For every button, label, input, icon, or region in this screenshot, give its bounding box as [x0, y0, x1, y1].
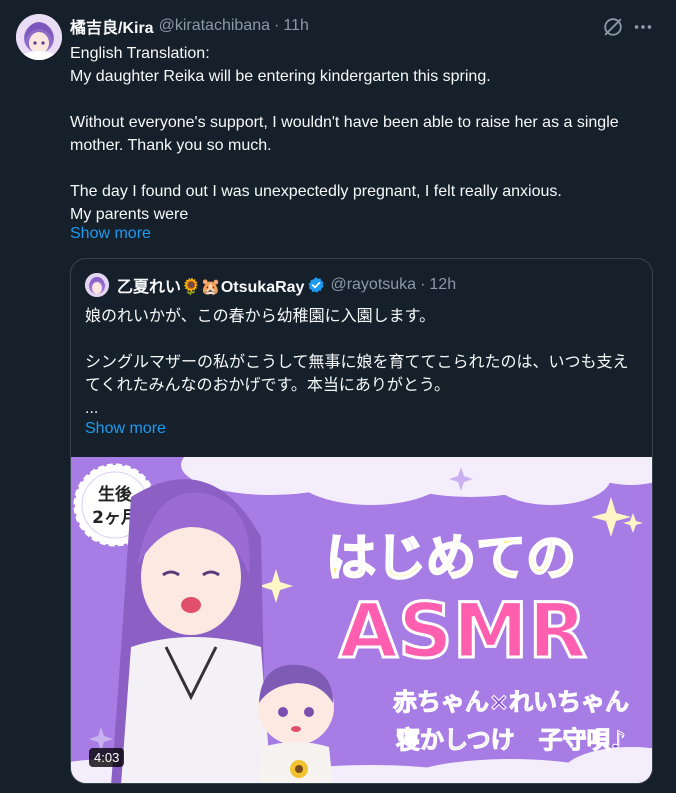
quote-timestamp[interactable]: 12h	[429, 276, 456, 294]
tweet-timestamp[interactable]: 11h	[283, 17, 309, 35]
quote-avatar-anime-girl-icon	[85, 273, 109, 297]
quote-header: 乙夏れい🌻🐹OtsukaRay @rayotsuka · 12h	[85, 273, 456, 297]
show-more-link[interactable]: Show more	[70, 222, 151, 245]
quote-show-more-link[interactable]: Show more	[85, 417, 166, 440]
author-avatar[interactable]	[16, 14, 62, 60]
thumbnail-title-line2: ASMR	[339, 586, 587, 675]
thumbnail-subtitle-line1: 赤ちゃん×れいちゃん	[393, 688, 629, 716]
author-display-name[interactable]: 橘吉良/Kira	[70, 14, 154, 38]
baby-character-illustration	[258, 664, 334, 783]
quote-separator-dot: ·	[420, 276, 426, 293]
quoted-tweet[interactable]: 乙夏れい🌻🐹OtsukaRay @rayotsuka · 12h 娘のれいかが、…	[70, 258, 653, 784]
badge-text-line1: 生後	[98, 484, 133, 505]
quote-author-display-name[interactable]: 乙夏れい🌻🐹OtsukaRay	[117, 273, 304, 297]
quote-text: 娘のれいかが、この春から幼稚園に入園します。 シングルマザーの私がこうして無事に…	[85, 308, 629, 417]
grok-icon[interactable]	[602, 16, 624, 38]
tweet[interactable]: 橘吉良/Kira @kiratachibana · 11h English Tr…	[0, 0, 676, 793]
thumbnail-subtitle-line2: 寝かしつけ 子守唄♪	[396, 726, 626, 754]
video-duration-badge: 4:03	[89, 748, 125, 767]
video-thumbnail[interactable]: 生後 2ヶ月 はじめての ASMR 赤ちゃん×れいちゃん 寝かしつけ 子守唄♪ …	[71, 457, 652, 783]
separator-dot: ·	[274, 17, 280, 34]
thumbnail-artwork: 生後 2ヶ月 はじめての ASMR 赤ちゃん×れいちゃん 寝かしつけ 子守唄♪	[71, 457, 652, 783]
quote-author-avatar[interactable]	[85, 273, 109, 297]
quote-author-handle[interactable]: @rayotsuka	[330, 276, 416, 294]
thumbnail-title-line1: はじめての	[326, 529, 576, 587]
tweet-text: English Translation: My daughter Reika w…	[70, 45, 619, 223]
avatar-anime-girl-icon	[16, 14, 62, 60]
girl-character-illustration	[111, 479, 271, 783]
tweet-header: 橘吉良/Kira @kiratachibana · 11h	[70, 14, 309, 38]
verified-badge-icon	[308, 277, 325, 293]
more-options-icon[interactable]	[632, 16, 654, 38]
author-handle[interactable]: @kiratachibana	[159, 17, 270, 35]
